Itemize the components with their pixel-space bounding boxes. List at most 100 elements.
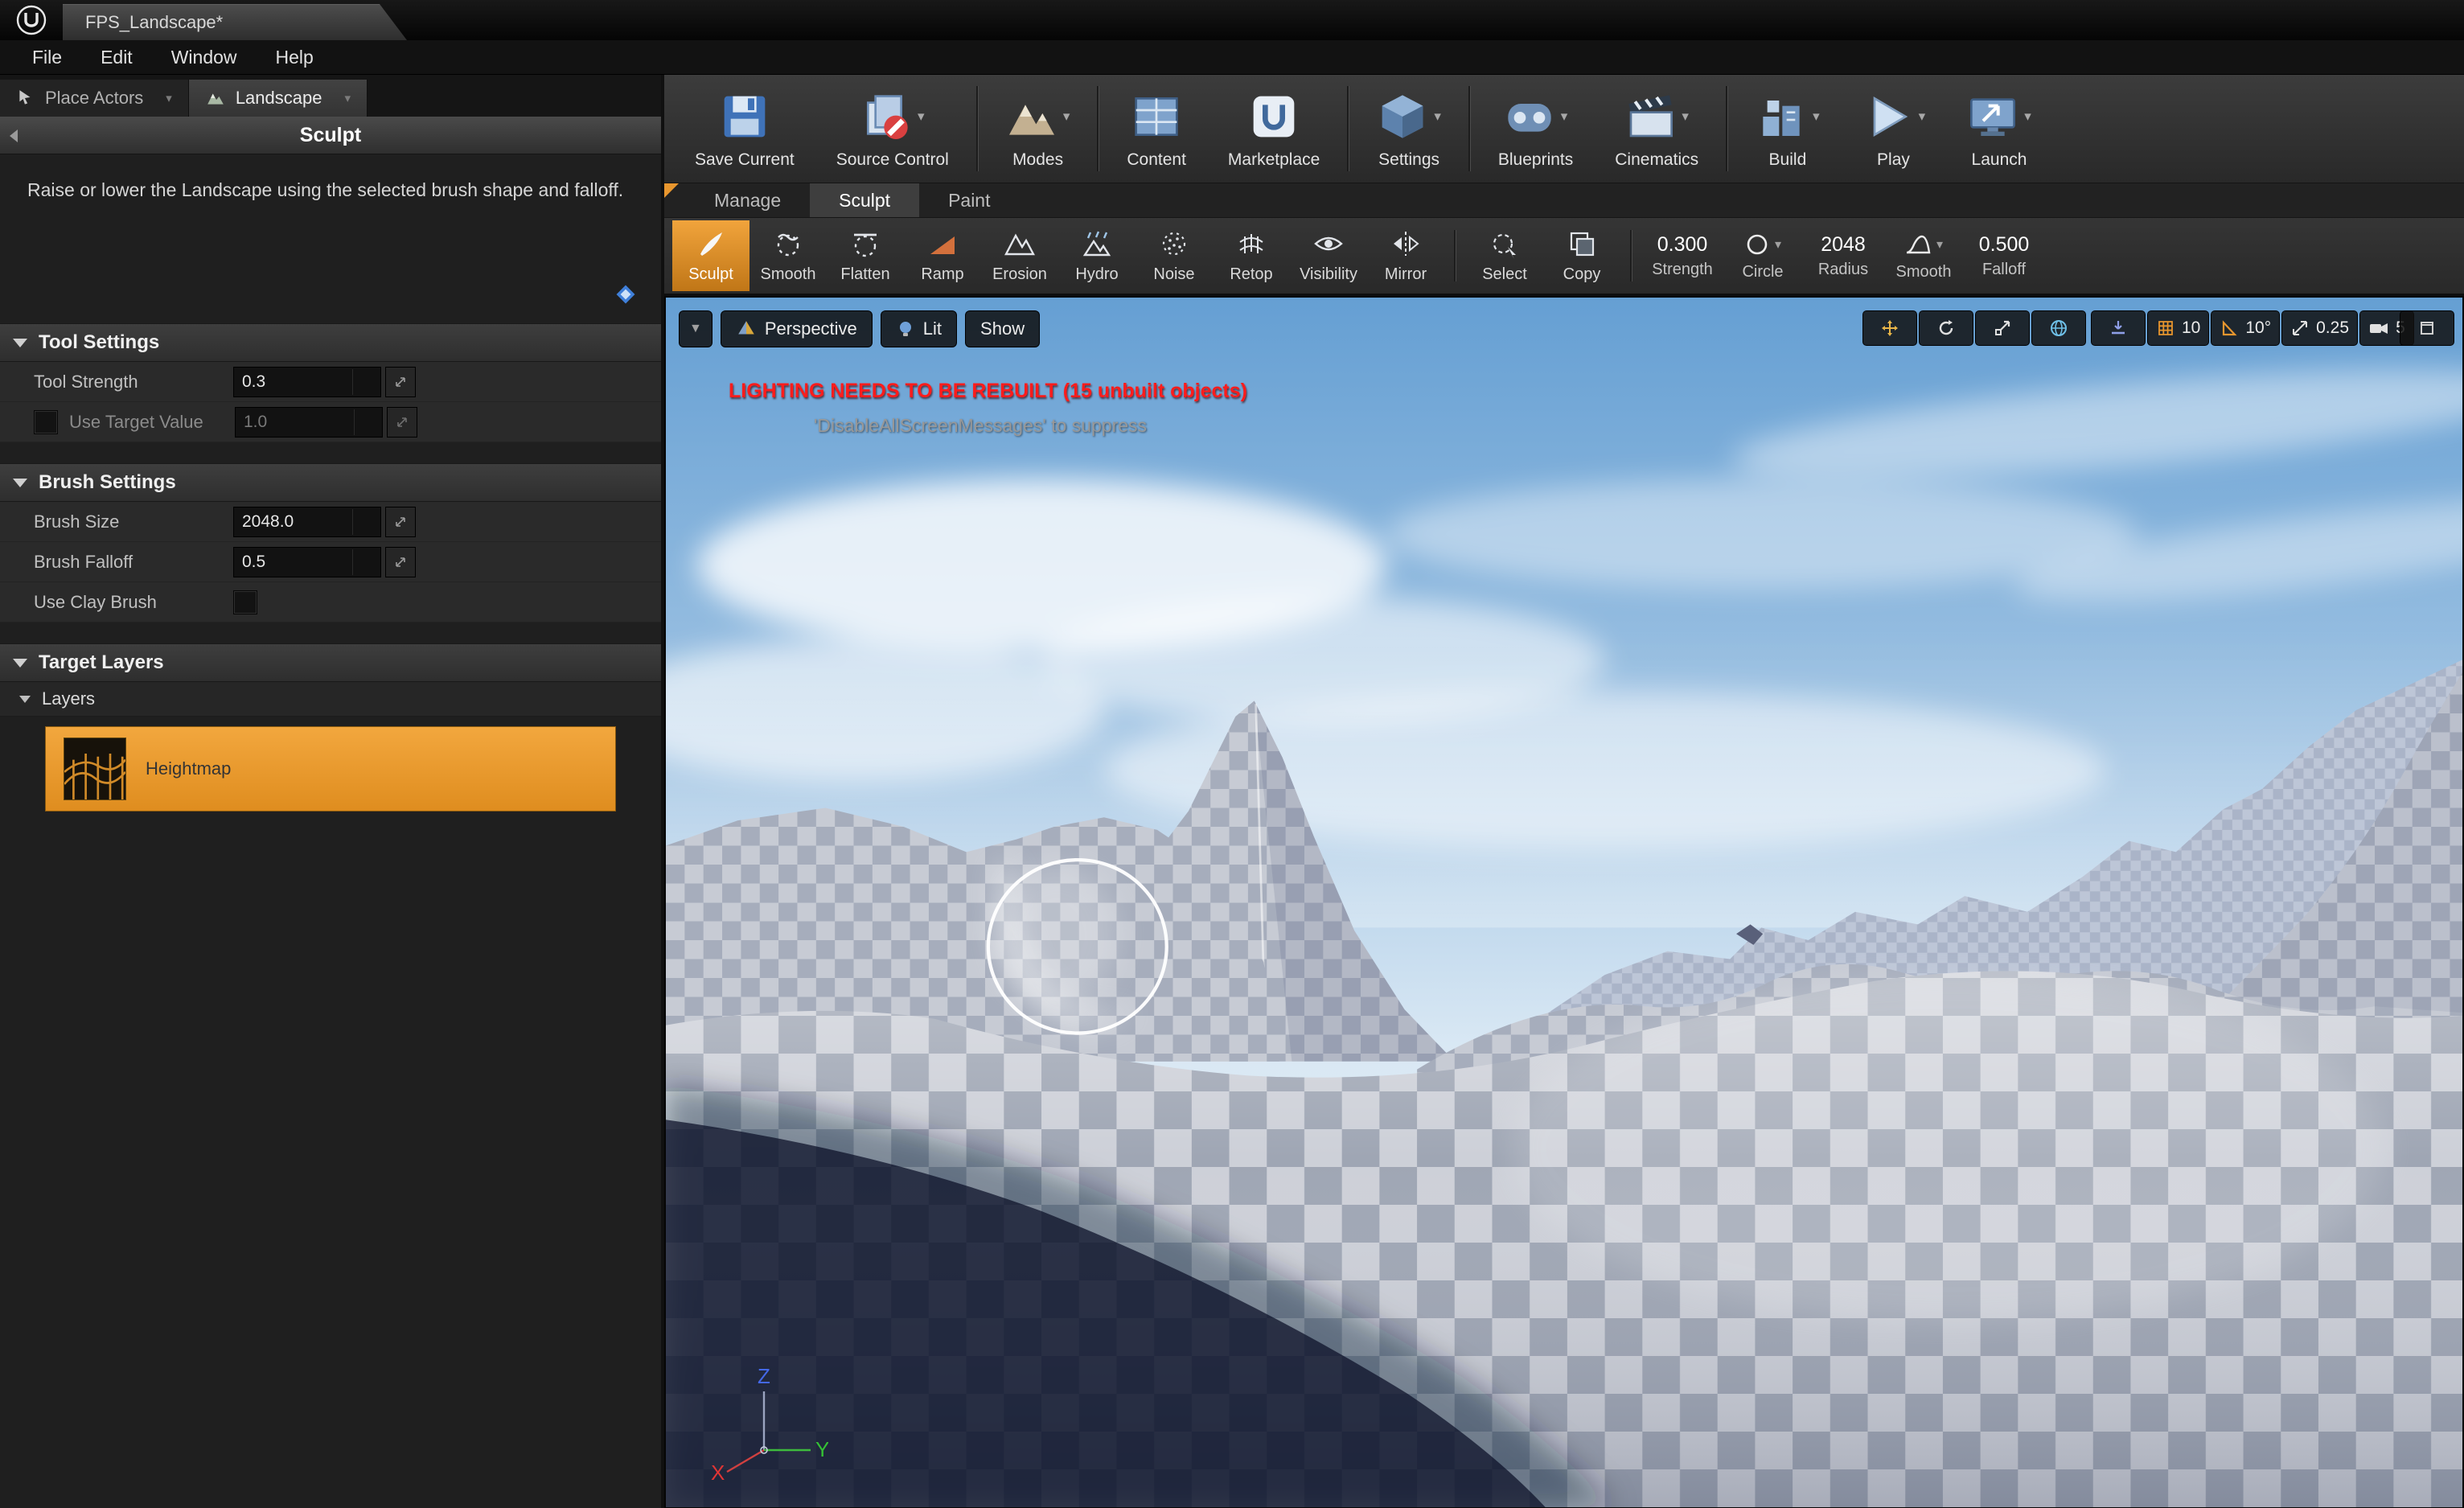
settings-button[interactable]: ▾ Settings: [1356, 75, 1462, 183]
expander-icon[interactable]: [13, 479, 27, 487]
surface-snapping-button[interactable]: [2091, 310, 2146, 346]
gizmo-x-label: X: [711, 1461, 725, 1485]
active-corner-marker: [664, 183, 679, 198]
tool-ramp[interactable]: Ramp: [904, 220, 981, 291]
launch-button[interactable]: ▾ Launch: [1946, 75, 2052, 183]
scale-snap-button[interactable]: 0.25: [2281, 310, 2358, 346]
viewport-toolbar-right: 10 10° 0.25: [1862, 310, 2414, 346]
hydro-tool-icon: [1081, 228, 1113, 260]
scale-mode-button[interactable]: [1975, 310, 2030, 346]
chevron-down-icon[interactable]: ▾: [1936, 236, 1943, 253]
blueprints-icon: [1504, 91, 1555, 142]
brush-type-setting[interactable]: ▾ Circle: [1723, 230, 1803, 281]
chevron-down-icon[interactable]: ▾: [344, 91, 351, 105]
content-icon: [1131, 91, 1182, 142]
section-target-layers[interactable]: Target Layers: [0, 643, 661, 682]
tool-strength-input[interactable]: 0.3: [233, 367, 381, 397]
expander-icon[interactable]: [19, 696, 31, 703]
chevron-down-icon[interactable]: ▾: [1813, 109, 1820, 125]
tool-visibility[interactable]: Visibility: [1290, 220, 1367, 291]
content-button[interactable]: Content: [1106, 75, 1207, 183]
tab-landscape[interactable]: Landscape ▾: [189, 80, 368, 117]
panel-info-icon: [614, 283, 637, 306]
tool-sculpt[interactable]: Sculpt: [672, 220, 749, 291]
collapse-arrow-icon[interactable]: [10, 129, 18, 142]
world-coordinate-button[interactable]: [2031, 310, 2086, 346]
level-tab[interactable]: FPS_Landscape*: [63, 4, 407, 40]
chevron-down-icon[interactable]: ▾: [1561, 109, 1568, 125]
brush-size-input[interactable]: 2048.0: [233, 507, 381, 537]
play-button[interactable]: ▾ Play: [1841, 75, 1947, 183]
rotate-mode-button[interactable]: [1919, 310, 1973, 346]
tool-retop[interactable]: Retop: [1213, 220, 1290, 291]
menu-window[interactable]: Window: [152, 41, 257, 74]
chevron-down-icon: ▼: [689, 322, 702, 336]
blueprints-button[interactable]: ▾ Blueprints: [1477, 75, 1594, 183]
menu-edit[interactable]: Edit: [81, 41, 152, 74]
tool-flatten[interactable]: Flatten: [827, 220, 904, 291]
perspective-button[interactable]: Perspective: [721, 310, 873, 347]
tab-place-actors[interactable]: Place Actors ▾: [0, 80, 189, 117]
show-button[interactable]: Show: [965, 310, 1040, 347]
cinematics-button[interactable]: ▾ Cinematics: [1594, 75, 1719, 183]
expander-icon[interactable]: [13, 659, 27, 668]
smooth-tool-icon: [772, 228, 804, 260]
brush-falloff-input[interactable]: 0.5: [233, 547, 381, 577]
expander-icon[interactable]: [13, 339, 27, 347]
value-slider-handle-icon[interactable]: [387, 407, 417, 438]
chevron-down-icon[interactable]: ▾: [1682, 109, 1689, 125]
viewport-canvas[interactable]: [666, 298, 2462, 1507]
tab-paint[interactable]: Paint: [919, 183, 1019, 217]
chevron-down-icon[interactable]: ▾: [1063, 109, 1070, 125]
section-tool-settings[interactable]: Tool Settings: [0, 323, 661, 362]
chevron-down-icon[interactable]: ▾: [2024, 109, 2031, 125]
layer-heightmap[interactable]: Heightmap: [45, 726, 616, 812]
marketplace-button[interactable]: Marketplace: [1207, 75, 1341, 183]
tool-noise[interactable]: Noise: [1135, 220, 1213, 291]
viewport-options-button[interactable]: ▼: [679, 310, 713, 347]
tool-mirror[interactable]: Mirror: [1367, 220, 1444, 291]
value-slider-handle-icon[interactable]: [385, 507, 416, 537]
rotation-snap-button[interactable]: 10°: [2211, 310, 2280, 346]
grid-snap-button[interactable]: 10: [2147, 310, 2209, 346]
value-slider-handle-icon[interactable]: [385, 547, 416, 577]
falloff-type-setting[interactable]: ▾ Smooth: [1883, 230, 1964, 281]
tool-erosion[interactable]: Erosion: [981, 220, 1058, 291]
settings-icon: [1377, 91, 1428, 142]
mode-header[interactable]: Sculpt: [0, 117, 661, 154]
build-button[interactable]: ▾ Build: [1735, 75, 1841, 183]
chevron-down-icon[interactable]: ▾: [166, 91, 172, 105]
strength-setting[interactable]: 0.300 Strength: [1642, 233, 1723, 279]
use-clay-brush-checkbox[interactable]: [233, 590, 257, 614]
tab-manage[interactable]: Manage: [685, 183, 810, 217]
radius-setting[interactable]: 2048 Radius: [1803, 233, 1883, 279]
target-value-input[interactable]: 1.0: [235, 407, 383, 438]
tool-hydro[interactable]: Hydro: [1058, 220, 1135, 291]
copy-tool-icon: [1566, 228, 1598, 260]
tool-smooth[interactable]: Smooth: [749, 220, 827, 291]
lit-mode-button[interactable]: Lit: [881, 310, 957, 347]
unreal-logo: [0, 0, 63, 40]
chevron-down-icon[interactable]: ▾: [1919, 109, 1926, 125]
unreal-editor-window: FPS_Landscape* File Edit Window Help Pla…: [0, 0, 2464, 1508]
save-current-button[interactable]: Save Current: [674, 75, 815, 183]
cinematics-icon: [1624, 91, 1676, 142]
tool-select[interactable]: Select: [1466, 220, 1543, 291]
tool-copy[interactable]: Copy: [1543, 220, 1620, 291]
menu-help[interactable]: Help: [257, 41, 333, 74]
value-slider-handle-icon[interactable]: [385, 367, 416, 397]
layers-group[interactable]: Layers: [0, 682, 661, 717]
chevron-down-icon[interactable]: ▾: [1434, 109, 1441, 125]
tab-sculpt[interactable]: Sculpt: [810, 183, 919, 217]
scale-icon: [1993, 318, 2012, 338]
falloff-setting[interactable]: 0.500 Falloff: [1964, 233, 2044, 279]
chevron-down-icon[interactable]: ▾: [918, 109, 925, 125]
section-brush-settings[interactable]: Brush Settings: [0, 463, 661, 502]
use-target-value-checkbox[interactable]: [34, 410, 58, 434]
translate-mode-button[interactable]: [1862, 310, 1917, 346]
maximize-viewport-button[interactable]: [2400, 310, 2454, 346]
menu-file[interactable]: File: [13, 41, 81, 74]
chevron-down-icon[interactable]: ▾: [1775, 236, 1781, 253]
source-control-button[interactable]: ▾ Source Control: [815, 75, 970, 183]
modes-button[interactable]: ▾ Modes: [985, 75, 1091, 183]
